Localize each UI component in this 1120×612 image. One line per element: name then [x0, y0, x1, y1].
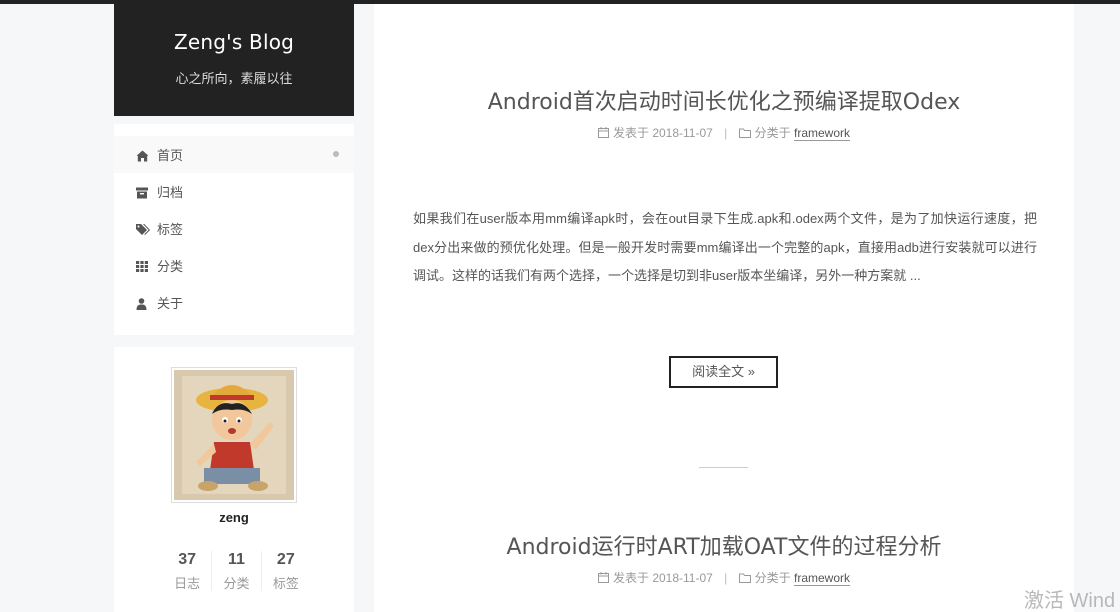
author-overview: zeng 37 日志 11 分类 27 标签: [114, 347, 354, 612]
menu-item-categories[interactable]: 分类: [114, 247, 354, 284]
menu-item-home[interactable]: 首页: [114, 136, 354, 173]
meta-divider: |: [724, 126, 728, 140]
stat-count: 27: [276, 551, 295, 568]
post-excerpt: 如果我们在user版本用mm编译apk时，会在out目录下生成.apk和.ode…: [413, 211, 1037, 283]
post-title[interactable]: Android运行时ART加载OAT文件的过程分析: [374, 529, 1074, 561]
stat-count: 37: [178, 551, 197, 568]
stat-label: 日志: [174, 576, 201, 591]
menu-item-label: 归档: [157, 185, 184, 201]
tags-icon: [136, 223, 150, 236]
category-label: 分类于: [754, 571, 791, 585]
stat-count: 11: [228, 551, 245, 568]
main-content: Android首次启动时间长优化之预编译提取Odex 发表于 2018-11-0…: [374, 4, 1074, 612]
author-name: zeng: [219, 510, 249, 525]
calendar-icon: [597, 127, 609, 141]
stat-label: 标签: [272, 576, 299, 591]
stat-label: 分类: [223, 576, 250, 591]
site-brand: Zeng's Blog 心之所向，素履以往: [114, 4, 354, 116]
site-state: 37 日志 11 分类 27 标签: [163, 551, 310, 591]
activation-watermark: 激活 Wind: [1024, 590, 1116, 612]
site-subtitle: 心之所向，素履以往: [175, 71, 293, 86]
folder-icon: [738, 127, 751, 141]
category-label: 分类于: [754, 126, 791, 140]
post-divider: [699, 467, 748, 468]
archive-icon: [136, 187, 150, 199]
menu-item-about[interactable]: 关于: [114, 284, 354, 321]
calendar-icon: [597, 572, 609, 586]
post-date: 2018-11-07: [652, 126, 713, 140]
meta-divider: |: [724, 571, 728, 585]
menu-item-label: 标签: [157, 222, 184, 238]
stat-tags[interactable]: 27 标签: [260, 551, 310, 591]
posted-label: 发表于: [612, 571, 649, 585]
menu-item-label: 关于: [157, 296, 184, 312]
post-meta: 发表于 2018-11-07 | 分类于 framework: [374, 124, 1074, 141]
read-more-button[interactable]: 阅读全文 »: [669, 356, 778, 388]
avatar: [171, 367, 297, 503]
post-date: 2018-11-07: [652, 571, 713, 585]
folder-icon: [738, 572, 751, 586]
site-title[interactable]: Zeng's Blog: [114, 30, 354, 54]
category-link[interactable]: framework: [794, 571, 851, 586]
menu-item-label: 分类: [157, 259, 184, 275]
th-icon: [136, 261, 150, 273]
active-indicator: [333, 151, 339, 157]
category-link[interactable]: framework: [794, 126, 851, 141]
menu-item-tags[interactable]: 标签: [114, 210, 354, 247]
stat-posts[interactable]: 37 日志: [163, 551, 211, 591]
home-icon: [136, 150, 150, 162]
post-title[interactable]: Android首次启动时间长优化之预编译提取Odex: [374, 84, 1074, 116]
stat-categories[interactable]: 11 分类: [211, 551, 260, 591]
menu-item-archives[interactable]: 归档: [114, 173, 354, 210]
post-meta: 发表于 2018-11-07 | 分类于 framework: [374, 569, 1074, 586]
menu-item-label: 首页: [157, 148, 184, 164]
user-icon: [136, 297, 150, 310]
posted-label: 发表于: [612, 126, 649, 140]
site-nav-menu: 首页 归档 标签 分类 关于: [114, 124, 354, 335]
